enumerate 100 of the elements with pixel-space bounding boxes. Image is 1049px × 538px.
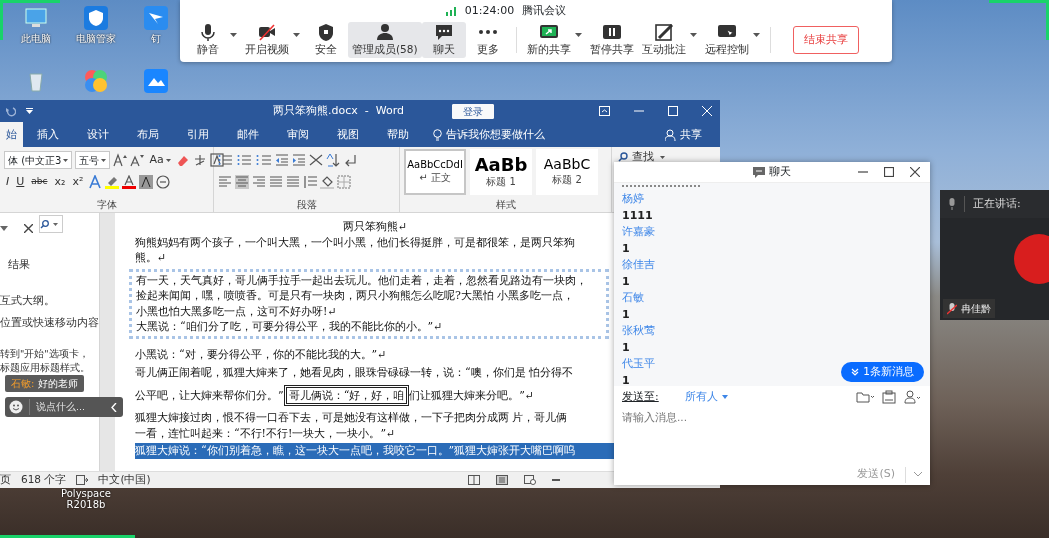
- print-layout-icon[interactable]: [496, 475, 508, 485]
- person-icon[interactable]: [904, 390, 922, 404]
- pen-on-square-icon: [653, 22, 674, 43]
- cloud-icon[interactable]: [143, 68, 169, 94]
- text-effects-icon[interactable]: [88, 175, 103, 189]
- ribbon-tab[interactable]: 审阅: [273, 122, 323, 147]
- double-chevron-icon: [851, 367, 860, 376]
- format-button[interactable]: x²: [70, 173, 86, 191]
- dropdown-caret-icon[interactable]: [230, 33, 237, 37]
- find-button[interactable]: 查找: [616, 149, 667, 166]
- character-border-icon[interactable]: [209, 153, 224, 167]
- read-mode-icon[interactable]: [76, 475, 89, 485]
- paragraph-text: 有一天，天气真好，哥儿俩手拉手一起出去玩儿。他们走着，走着，忽然看见路边有一块肉， 捡起来闻闻，嘿，喷喷香。可是只有一块肉，两只小狗熊怎么吃呢?大黑怕 小黑多吃一点， 小黑也怕大黑多吃一点，这可不好办呀!↵ 大黑说：“咱们分了吃，可要分得公平，我的不能比你的小。”↵: [129, 268, 609, 339]
- recipient-dropdown[interactable]: 所有人: [682, 388, 730, 406]
- ribbon-tab[interactable]: 设计: [73, 122, 123, 147]
- change-case-button[interactable]: Aa: [147, 151, 173, 169]
- ribbon-display-icon[interactable]: [599, 106, 610, 116]
- search-field[interactable]: [39, 215, 63, 233]
- paragraph-text: 们让狐狸大婶来分吧。”↵: [409, 387, 535, 403]
- grow-font-icon[interactable]: [113, 153, 128, 167]
- toolbar-button[interactable]: 聊天: [421, 22, 466, 58]
- style-gallery-item[interactable]: AaBb 标题 1: [470, 149, 532, 195]
- screenshot-icon[interactable]: [882, 390, 896, 404]
- toolbar-button[interactable]: 安全: [304, 22, 348, 58]
- sender-name: 张秋莺: [622, 323, 655, 340]
- ribbon-tab[interactable]: 始: [0, 122, 23, 147]
- close-icon[interactable]: [910, 167, 920, 177]
- undo-icon[interactable]: [4, 105, 16, 117]
- status-text: 618 个字: [21, 472, 67, 488]
- icon-label: 钉: [151, 33, 161, 44]
- ribbon-tab[interactable]: 布局: [123, 122, 173, 147]
- toolbar-button[interactable]: 远程控制: [700, 22, 753, 58]
- ribbon-tab[interactable]: 引用: [173, 122, 223, 147]
- dropdown-caret-icon[interactable]: [752, 33, 760, 37]
- microphone-icon: [948, 198, 956, 210]
- shrink-font-icon[interactable]: [130, 153, 145, 167]
- dropdown-caret-icon[interactable]: [689, 33, 697, 37]
- avatar-photo-placeholder: [1014, 234, 1049, 284]
- bullet-list-icon[interactable]: [218, 153, 234, 167]
- format-button[interactable]: I: [4, 173, 12, 191]
- dropdown-caret-icon[interactable]: [574, 33, 582, 37]
- character-shading-icon[interactable]: [139, 175, 154, 189]
- shield-icon[interactable]: [83, 5, 109, 31]
- ribbon-tab[interactable]: 邮件: [223, 122, 273, 147]
- end-share-button[interactable]: 结束共享: [792, 25, 859, 55]
- dropdown-caret-icon: [63, 158, 69, 162]
- decrease-indent-icon[interactable]: [275, 153, 289, 167]
- format-button[interactable]: x₂: [52, 173, 68, 191]
- share-button[interactable]: 共享: [655, 122, 712, 147]
- toolbar-button[interactable]: 开启视频: [241, 22, 293, 58]
- toolbar-button[interactable]: 静音: [186, 22, 230, 58]
- eraser-icon[interactable]: [175, 153, 190, 167]
- ribbon-tab[interactable]: 帮助: [373, 122, 423, 147]
- dropdown-caret-icon: [101, 158, 107, 162]
- font-name-dropdown[interactable]: 体 (中文正3: [4, 151, 73, 169]
- shading-icon[interactable]: [320, 175, 334, 189]
- highlighter-icon[interactable]: [105, 175, 120, 189]
- toolbar-button[interactable]: 更多: [465, 22, 510, 58]
- ribbon-group-label: 样式: [494, 198, 517, 212]
- toolbar-button[interactable]: 管理成员(58): [348, 22, 422, 58]
- collapse-chevron-icon[interactable]: [111, 402, 117, 412]
- enclose-character-icon[interactable]: [156, 175, 171, 189]
- read-mode-icon[interactable]: [468, 475, 480, 485]
- name-tag: 冉佳黔: [943, 299, 995, 318]
- ribbon-tab[interactable]: 插入: [23, 122, 73, 147]
- chat-bubble-icon: [753, 166, 765, 178]
- web-layout-icon[interactable]: [524, 475, 536, 485]
- folder-icon[interactable]: [856, 391, 874, 403]
- tell-me-search[interactable]: 告诉我你想要做什么: [423, 122, 555, 147]
- chat-input-field[interactable]: 说点什么...: [5, 397, 123, 417]
- line-spacing-icon[interactable]: [303, 175, 317, 189]
- maximize-icon[interactable]: [884, 167, 894, 177]
- sender-name: 代玉平: [622, 356, 655, 373]
- paragraph-mark-icon[interactable]: [343, 153, 357, 167]
- font-color-icon[interactable]: [122, 175, 137, 189]
- dropdown-caret-icon[interactable]: [0, 225, 8, 231]
- toolbar-button[interactable]: 新的共享: [522, 22, 575, 58]
- sort-icon[interactable]: [326, 153, 340, 167]
- dropdown-caret-icon: [165, 158, 171, 162]
- toolbar-button[interactable]: 互动批注: [637, 22, 690, 58]
- style-gallery-item[interactable]: AaBbCcDdI ↵ 正文: [404, 149, 466, 195]
- format-button[interactable]: U: [14, 173, 27, 191]
- close-icon[interactable]: [24, 223, 33, 233]
- font-size-dropdown[interactable]: 五号: [75, 151, 111, 169]
- toolbar-button[interactable]: 暂停共享: [585, 22, 638, 58]
- numbered-list-icon[interactable]: [237, 153, 253, 167]
- format-button[interactable]: abc: [29, 175, 50, 189]
- customize-dropdown-icon[interactable]: [26, 108, 33, 114]
- multilevel-list-icon[interactable]: [256, 153, 272, 167]
- style-gallery-item[interactable]: AaBbC 标题 2: [536, 149, 598, 195]
- icon-label: 此电脑: [21, 33, 51, 44]
- dropdown-caret-icon[interactable]: [293, 33, 300, 37]
- ribbon-tab[interactable]: 视图: [323, 122, 373, 147]
- message-input-field[interactable]: 请输入消息...: [614, 408, 930, 464]
- new-messages-button[interactable]: 1条新消息: [841, 361, 924, 382]
- message-text: 1: [622, 306, 630, 323]
- smiley-icon[interactable]: [9, 400, 23, 414]
- login-button[interactable]: 登录: [452, 103, 494, 119]
- microphone-muted-icon: [947, 302, 957, 315]
- icon-label: 电脑管家: [76, 33, 116, 44]
